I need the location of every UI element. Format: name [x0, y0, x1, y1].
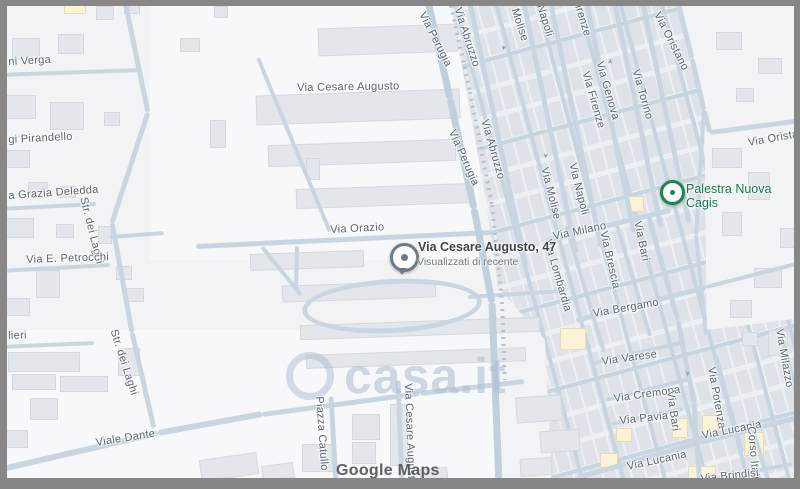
poi-label: Palestra Nuova Cagis [686, 182, 800, 210]
building [716, 32, 742, 50]
selected-place-title: Via Cesare Augusto, 47 [418, 240, 556, 254]
poi-pin-icon[interactable] [660, 180, 685, 205]
one-way-arrow-icon: ➤ [683, 370, 690, 376]
frame-border-bottom [0, 478, 800, 489]
building [30, 398, 58, 420]
road [122, 0, 151, 113]
building [8, 352, 80, 372]
building [6, 150, 30, 168]
building [50, 102, 84, 130]
building [515, 394, 563, 423]
building [539, 429, 580, 454]
pin-dot [670, 190, 675, 195]
selected-place-pin-tail [397, 268, 407, 275]
map-canvas[interactable]: ➤➤➤➤➤➤ Via PerugiaVia AbruzzoVia MoliseV… [0, 0, 800, 489]
street-label: ni Verga [8, 54, 51, 68]
frame-border-top [0, 0, 800, 6]
railway-line [500, 302, 507, 380]
building [60, 376, 108, 392]
poi-building [616, 428, 632, 442]
frame-border-left [0, 0, 7, 489]
building [96, 6, 114, 20]
building [722, 212, 742, 236]
building [4, 430, 28, 448]
building [210, 120, 226, 148]
building [180, 38, 200, 52]
building [214, 6, 228, 18]
building [352, 414, 380, 440]
building [12, 374, 56, 390]
building [6, 95, 36, 119]
street-label: Via Oristano [747, 126, 800, 149]
frame-border-right [794, 0, 800, 489]
street-label: Via Cesare Augusto [297, 80, 400, 94]
building [58, 34, 84, 54]
building [36, 270, 60, 298]
building [519, 457, 552, 477]
one-way-arrow-icon: ➤ [541, 152, 549, 159]
pin-dot [401, 254, 408, 261]
building [758, 58, 782, 74]
building [6, 298, 30, 316]
building [742, 332, 758, 346]
street-label: lieri [8, 329, 27, 342]
poi-building [560, 328, 586, 350]
road [110, 111, 151, 223]
one-way-arrow-icon: ➤ [499, 44, 507, 51]
building [730, 300, 752, 318]
road [0, 68, 142, 77]
building [104, 112, 120, 126]
map-screenshot: ➤➤➤➤➤➤ Via PerugiaVia AbruzzoVia MoliseV… [0, 0, 800, 489]
street-label: gi Pirandello [8, 131, 73, 146]
building [6, 218, 34, 238]
selected-place-subtitle: Visualizzati di recente [417, 256, 518, 268]
building [56, 224, 74, 238]
building [352, 442, 376, 464]
building [736, 88, 754, 102]
one-way-arrow-icon: ➤ [607, 58, 615, 65]
road [706, 261, 800, 289]
building [712, 148, 742, 168]
